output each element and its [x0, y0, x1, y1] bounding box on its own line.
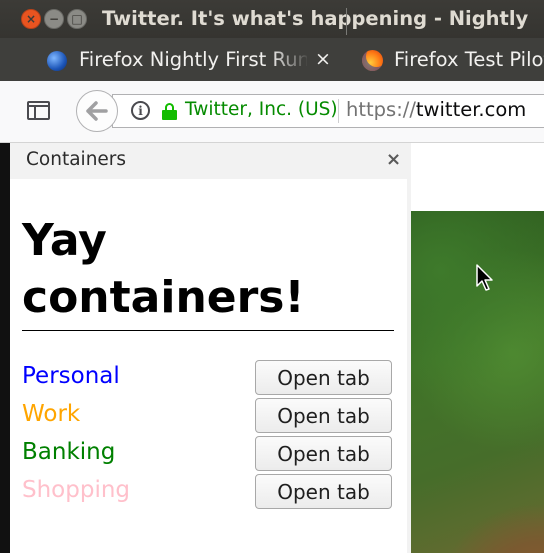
- url-separator: [338, 99, 339, 123]
- container-name: Work: [22, 401, 81, 427]
- info-icon[interactable]: i: [131, 101, 150, 120]
- open-tab-button[interactable]: Open tab: [255, 398, 392, 433]
- container-name: Personal: [22, 363, 120, 389]
- sidebar-title: Containers: [26, 149, 127, 170]
- url-host: twitter.com: [415, 98, 527, 121]
- web-content-header: [411, 143, 544, 211]
- container-row-work: Work Open tab: [22, 398, 394, 438]
- url-text[interactable]: https://twitter.com: [346, 98, 526, 121]
- open-tab-button[interactable]: Open tab: [255, 360, 392, 395]
- sidebar-toggle-icon[interactable]: [27, 101, 50, 120]
- window-edge: [0, 143, 10, 553]
- browser-window: × − □ Twitter. It's what's happening - N…: [0, 0, 544, 553]
- tab-firefox-nightly-first-run[interactable]: Firefox Nightly First Run Page ×: [0, 38, 344, 81]
- container-row-shopping: Shopping Open tab: [22, 474, 394, 514]
- container-row-personal: Personal Open tab: [22, 360, 394, 400]
- sidebar-close-icon[interactable]: ×: [386, 149, 401, 170]
- open-tab-button[interactable]: Open tab: [255, 474, 392, 509]
- back-button[interactable]: [76, 90, 118, 132]
- lock-icon[interactable]: [162, 103, 177, 120]
- tab-label-fade: [270, 38, 310, 81]
- tab-firefox-test-pilot[interactable]: Firefox Test Pilot: [348, 38, 544, 81]
- window-close-button[interactable]: ×: [21, 9, 41, 29]
- container-name: Banking: [22, 439, 116, 465]
- back-arrow-icon: [86, 101, 108, 121]
- url-scheme: https://: [346, 98, 416, 121]
- web-content-image: [411, 211, 544, 553]
- window-maximize-button[interactable]: □: [67, 9, 87, 29]
- open-tab-button[interactable]: Open tab: [255, 436, 392, 471]
- container-row-banking: Banking Open tab: [22, 436, 394, 476]
- page-heading: Yay containers!: [22, 212, 394, 331]
- tab-separator: [346, 8, 347, 35]
- container-name: Shopping: [22, 477, 131, 503]
- window-title: Twitter. It's what's happening - Nightly: [102, 7, 529, 30]
- firefox-icon: [362, 50, 383, 71]
- window-minimize-button[interactable]: −: [44, 9, 64, 29]
- tab-label: Firefox Test Pilot: [394, 48, 544, 71]
- site-identity-label[interactable]: Twitter, Inc. (US): [185, 99, 338, 120]
- mouse-cursor-icon: [476, 264, 493, 291]
- globe-icon: [47, 51, 67, 71]
- tab-close-icon[interactable]: ×: [315, 48, 331, 70]
